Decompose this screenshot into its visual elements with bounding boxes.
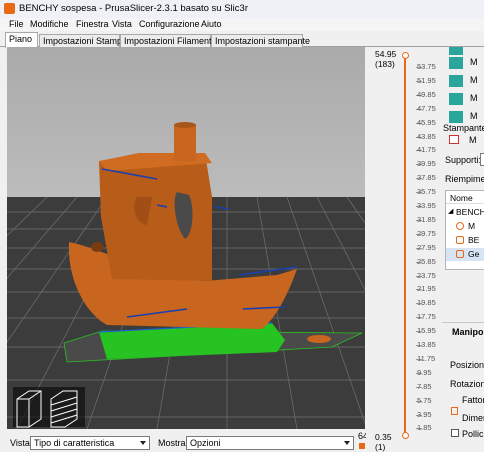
printer-icon — [449, 135, 459, 144]
menu-configurazione[interactable]: Configurazione — [139, 19, 200, 29]
menu-vista[interactable]: Vista — [112, 19, 132, 29]
bottom-layer-number: (1) — [375, 442, 386, 452]
color-swatch[interactable] — [449, 47, 463, 55]
3d-preview-viewport[interactable] — [7, 47, 365, 429]
color-swatch[interactable] — [449, 111, 463, 123]
layer-tick-label: 1.85 — [417, 423, 432, 433]
material-row[interactable]: M — [445, 73, 484, 89]
manipulation-panel: Manipola Posizione Rotazione Fattor Dime… — [442, 322, 484, 450]
object-row[interactable]: ◢ BENCH — [446, 206, 484, 219]
scale-factor-label: Fattor — [462, 395, 484, 405]
layer-tick-label: 25.85 — [417, 256, 436, 266]
menu-file[interactable]: File — [9, 19, 24, 29]
dimension-label: Dimen — [462, 413, 484, 423]
benchy-chimney — [174, 125, 196, 161]
upper-thumb[interactable] — [402, 52, 409, 59]
title-bar: BENCHY sospesa - PrusaSlicer-2.3.1 basat… — [0, 0, 484, 18]
layer-tick-label: 29.75 — [417, 228, 436, 238]
legend-bar: Vista Tipo di caratteristica Mostra Opzi… — [0, 431, 370, 450]
tab-piano[interactable]: Piano — [5, 32, 38, 48]
feature-type-value: Tipo di caratteristica — [34, 438, 115, 448]
layer-tick-label: 7.85 — [417, 381, 432, 391]
position-label: Posizione — [450, 360, 484, 370]
layer-tick-label: 5.75 — [417, 395, 432, 405]
layer-tick-label: 53.75 — [417, 62, 436, 71]
layer-tick-label: 13.85 — [417, 340, 436, 349]
layer-tick-label: 11.75 — [417, 353, 436, 363]
top-layer-height: 54.95 — [375, 49, 397, 59]
chevron-down-icon — [140, 441, 146, 445]
options-value: Opzioni — [190, 438, 221, 448]
3d-scene — [7, 47, 365, 429]
tab-impostazioni-stampante[interactable]: Impostazioni stampante — [211, 34, 310, 47]
layer-tick-label: 19.85 — [417, 298, 436, 308]
view-cube-widget[interactable] — [13, 387, 85, 428]
horizontal-slider-thumb[interactable] — [359, 443, 365, 449]
layer-tick-label: 15.95 — [417, 326, 436, 336]
supporti-label: Supporti: — [445, 155, 482, 165]
layer-tick-label: 45.95 — [417, 117, 436, 127]
layer-tick-label: 9.95 — [417, 367, 432, 377]
part-icon — [456, 250, 464, 258]
feature-type-select[interactable]: Tipo di caratteristica — [30, 436, 150, 450]
mostra-label: Mostra — [158, 438, 186, 448]
porthole — [91, 242, 103, 252]
object-row[interactable]: BE — [446, 234, 484, 247]
options-select[interactable]: Opzioni — [186, 436, 354, 450]
object-row[interactable]: M — [446, 220, 484, 233]
small-part — [307, 335, 331, 343]
menu-modifiche[interactable]: Modifiche — [30, 19, 69, 29]
layer-tick-label: 17.75 — [417, 312, 436, 322]
layer-tick-label: 23.75 — [417, 270, 436, 280]
tab-impostazioni-filamento[interactable]: Impostazioni Filamento — [120, 34, 217, 47]
layer-tick-label: 47.75 — [417, 103, 436, 113]
rotation-label: Rotazione — [450, 379, 484, 389]
menu-finestra[interactable]: Finestra — [76, 19, 109, 29]
prusaslicer-app-icon — [4, 3, 15, 14]
layer-tick-label: 41.75 — [417, 145, 436, 155]
lock-icon[interactable] — [451, 407, 458, 415]
object-list-header: Nome — [450, 193, 473, 203]
layer-tick-label: 39.95 — [417, 159, 436, 169]
stampante-label: Stampante — [443, 123, 484, 133]
layer-tick-label: 37.85 — [417, 173, 436, 183]
window-title: BENCHY sospesa - PrusaSlicer-2.3.1 basat… — [19, 3, 248, 14]
material-row[interactable]: M — [445, 55, 484, 71]
layer-tick-label: 21.95 — [417, 284, 436, 294]
layer-tick-label: 27.95 — [417, 242, 436, 252]
layer-tick-label: 3.95 — [417, 409, 432, 419]
bottom-layer-height: 0.35 — [375, 432, 392, 442]
layer-tick-label: 31.85 — [417, 214, 436, 224]
object-list[interactable]: Nome ◢ BENCH M BE Ge — [445, 190, 484, 270]
color-swatch[interactable] — [449, 93, 463, 105]
material-row[interactable]: M — [445, 91, 484, 107]
manipulation-title: Manipola — [452, 327, 484, 337]
tab-bar: Piano Impostazioni Stampa Impostazioni F… — [0, 32, 484, 48]
layer-tick-label: 49.85 — [417, 89, 436, 99]
layer-tick-label: 51.95 — [417, 75, 436, 85]
supporti-select[interactable] — [480, 153, 484, 166]
menu-aiuto[interactable]: Aiuto — [201, 19, 222, 29]
color-swatch[interactable] — [449, 57, 463, 69]
layer-slider[interactable]: 54.95 (183) 53.75 51.95 49.85 47.75 45.95 43.… — [366, 47, 440, 452]
color-swatch[interactable] — [449, 75, 463, 87]
layer-tick-label: 43.85 — [417, 131, 436, 141]
vista-label: Vista — [10, 438, 30, 448]
tab-impostazioni-stampa[interactable]: Impostazioni Stampa — [39, 34, 127, 47]
modifier-icon — [456, 222, 464, 230]
lower-thumb[interactable] — [402, 432, 409, 439]
menu-bar: File Modifiche Finestra Vista Configuraz… — [0, 18, 484, 31]
top-layer-number: (183) — [375, 59, 395, 69]
layer-tick-label: 35.75 — [417, 187, 436, 197]
part-icon — [456, 236, 464, 244]
riempimento-label: Riempimen — [445, 174, 484, 184]
inches-checkbox[interactable] — [451, 429, 459, 437]
chevron-down-icon — [344, 441, 350, 445]
object-row-selected[interactable]: Ge — [446, 248, 484, 261]
right-sidebar: M M M M Stampante M Supporti: Riempime n … — [440, 47, 484, 450]
layer-slider-track[interactable] — [404, 55, 406, 437]
inches-label: Pollici — [462, 429, 484, 439]
layer-tick-label: 33.95 — [417, 201, 436, 210]
